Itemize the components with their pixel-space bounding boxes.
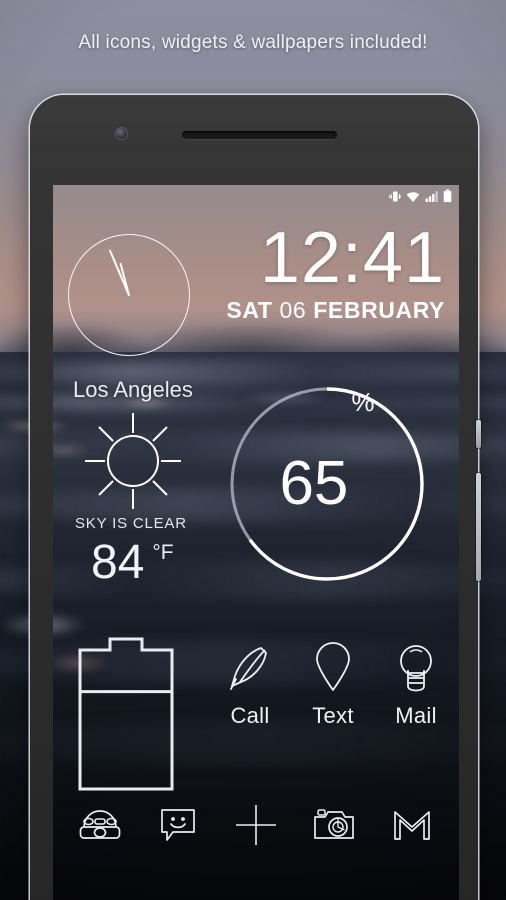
clock-date: SAT 06 FEBRUARY bbox=[226, 297, 445, 324]
app-drawer-plus-icon bbox=[234, 803, 278, 852]
dock-item-gmail[interactable] bbox=[382, 801, 442, 853]
battery-percent-label: 65 % bbox=[228, 385, 426, 583]
promo-caption: All icons, widgets & wallpapers included… bbox=[78, 32, 428, 53]
front-camera-dot-icon bbox=[116, 128, 127, 139]
temperature-unit: °F bbox=[152, 541, 174, 564]
shortcut-row: Call Text Mail bbox=[213, 639, 453, 729]
dock bbox=[53, 801, 459, 853]
weather-city[interactable]: Los Angeles bbox=[73, 377, 193, 403]
status-bar[interactable] bbox=[53, 185, 459, 209]
teardrop-pin-icon bbox=[296, 639, 370, 697]
wifi-icon bbox=[406, 192, 420, 202]
power-button[interactable] bbox=[476, 420, 481, 448]
shortcut-text[interactable]: Text bbox=[296, 639, 370, 729]
battery-outline-icon bbox=[78, 637, 174, 791]
date-day-name: SAT bbox=[226, 297, 273, 324]
shortcut-mail-label: Mail bbox=[395, 703, 437, 728]
date-month: FEBRUARY bbox=[313, 297, 445, 324]
battery-percent-value: 65 bbox=[279, 449, 349, 518]
sun-icon bbox=[81, 409, 185, 518]
home-screen: 12:41 SAT 06 FEBRUARY Los Angeles SKY IS… bbox=[53, 209, 459, 900]
status-bar-icons bbox=[389, 189, 452, 203]
clock-time: 12:41 bbox=[259, 218, 445, 298]
feather-pen-icon bbox=[213, 639, 287, 697]
shortcut-call-label: Call bbox=[230, 703, 270, 728]
temperature-value: 84 bbox=[91, 536, 145, 589]
dock-item-app-drawer[interactable] bbox=[226, 801, 286, 853]
dock-item-messages[interactable] bbox=[148, 801, 208, 853]
shortcut-call[interactable]: Call bbox=[213, 639, 287, 729]
weather-temperature: 84 °F bbox=[91, 539, 174, 587]
battery-icon bbox=[443, 189, 452, 203]
signal-icon bbox=[425, 191, 438, 202]
vibrate-icon bbox=[389, 191, 401, 202]
shortcut-mail[interactable]: Mail bbox=[379, 639, 453, 729]
dock-item-camera[interactable] bbox=[304, 801, 364, 853]
clock-minute-hand bbox=[108, 249, 130, 297]
battery-level-widget[interactable] bbox=[76, 634, 176, 799]
light-bulb-icon bbox=[379, 639, 453, 697]
phone-icon bbox=[78, 808, 122, 847]
camera-icon bbox=[313, 808, 355, 847]
shortcut-text-label: Text bbox=[312, 703, 354, 728]
analog-clock-widget[interactable] bbox=[68, 234, 190, 356]
dock-item-phone[interactable] bbox=[70, 801, 130, 853]
volume-rocker-button[interactable] bbox=[476, 473, 481, 581]
gmail-m-icon bbox=[392, 808, 432, 847]
date-day-number: 06 bbox=[279, 297, 307, 324]
screenshot-stage: All icons, widgets & wallpapers included… bbox=[0, 0, 506, 900]
digital-clock-widget[interactable]: 12:41 SAT 06 FEBRUARY bbox=[226, 218, 445, 324]
battery-percent-ring-widget[interactable]: 65 % bbox=[228, 385, 426, 583]
android-phone-device: 12:41 SAT 06 FEBRUARY Los Angeles SKY IS… bbox=[30, 95, 481, 900]
battery-percent-symbol: % bbox=[351, 387, 375, 417]
phone-screen: 12:41 SAT 06 FEBRUARY Los Angeles SKY IS… bbox=[53, 185, 459, 900]
weather-condition: SKY IS CLEAR bbox=[75, 515, 187, 532]
messages-smiley-icon bbox=[159, 806, 197, 849]
earpiece-speaker-icon bbox=[182, 131, 337, 139]
